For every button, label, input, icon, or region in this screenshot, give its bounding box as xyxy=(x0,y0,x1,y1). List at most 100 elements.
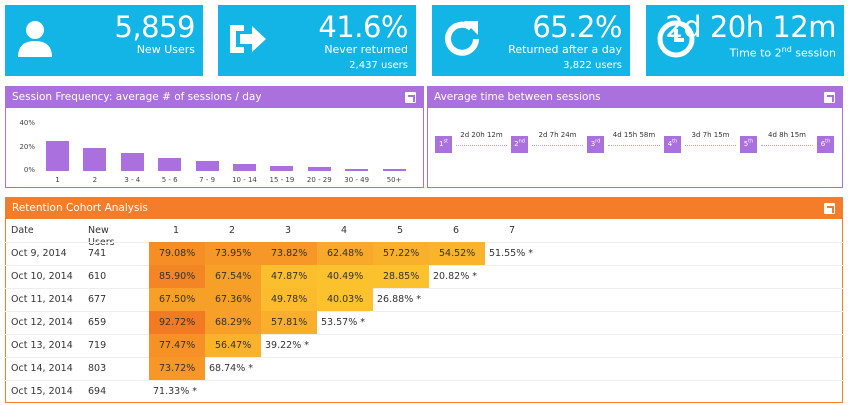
x-tick-label: 5 - 6 xyxy=(161,176,178,184)
kpi-time-to-second-session: 2d 20h 12m Time to 2nd session xyxy=(646,5,844,76)
bar xyxy=(195,161,219,171)
row-divider xyxy=(5,311,843,312)
user-icon xyxy=(18,21,52,57)
cohort-cell: 67.50% xyxy=(149,288,205,311)
x-tick-label: 20 - 29 xyxy=(306,176,332,184)
cohort-cell: 77.47% xyxy=(149,334,205,357)
cohort-new-users: 694 xyxy=(88,386,107,397)
row-divider xyxy=(5,380,843,381)
kpi-value: 65.2% xyxy=(532,10,622,44)
cohort-new-users: 741 xyxy=(88,248,107,259)
kpi-label: Never returned xyxy=(324,43,408,56)
y-tick-label: 40% xyxy=(19,119,35,127)
cohort-cell: 40.49% xyxy=(317,265,373,288)
external-link-icon[interactable] xyxy=(824,92,835,103)
panel-header: Retention Cohort Analysis xyxy=(6,198,842,219)
bar xyxy=(83,148,107,171)
bar xyxy=(307,167,331,171)
y-tick-label: 20% xyxy=(19,142,35,151)
bar xyxy=(233,163,256,171)
cohort-cell: 79.08% xyxy=(149,242,205,265)
row-divider xyxy=(5,334,843,335)
cohort-new-users: 803 xyxy=(88,363,107,374)
column-header: 6 xyxy=(453,225,460,236)
bar xyxy=(382,169,406,171)
cohort-new-users: 659 xyxy=(88,317,107,328)
panel-header: Session Frequency: average # of sessions… xyxy=(6,87,423,108)
cohort-date: Oct 10, 2014 xyxy=(11,271,73,282)
cohort-cell: 73.82% xyxy=(261,242,317,265)
connector-line xyxy=(456,145,507,146)
cohort-projected-cell: 68.74% * xyxy=(209,363,253,374)
gap-label: 2d 20h 12m xyxy=(460,131,503,139)
cohort-cell: 49.78% xyxy=(261,288,317,311)
panel-title: Average time between sessions xyxy=(434,91,601,103)
kpi-value: 41.6% xyxy=(318,10,408,44)
gap-label: 4d 15h 58m xyxy=(612,131,656,139)
column-header: 7 xyxy=(509,225,516,236)
session-node: 6th xyxy=(817,136,834,153)
x-tick-label: 50+ xyxy=(386,176,402,184)
connector-line xyxy=(685,145,736,146)
cohort-new-users: 610 xyxy=(88,271,107,282)
external-link-icon[interactable] xyxy=(405,92,416,103)
x-tick-label: 1 xyxy=(55,176,60,184)
column-header: 1 xyxy=(173,225,180,236)
cohort-cell: 73.72% xyxy=(149,357,205,380)
sign-out-icon xyxy=(230,25,266,53)
kpi-value: 2d 20h 12m xyxy=(665,10,836,44)
cohort-cell: 47.87% xyxy=(261,265,317,288)
cohort-projected-cell: 71.33% * xyxy=(153,386,197,397)
gap-label: 4d 8h 15m xyxy=(768,131,806,139)
cohort-new-users: 719 xyxy=(88,340,107,351)
kpi-label: New Users xyxy=(136,43,195,56)
gap-label: 2d 7h 24m xyxy=(538,131,577,139)
cohort-projected-cell: 26.88% * xyxy=(377,294,421,305)
cohort-cell: 57.22% xyxy=(373,242,429,265)
bar xyxy=(120,152,144,171)
column-header: 5 xyxy=(397,225,404,236)
panel-title: Retention Cohort Analysis xyxy=(12,202,148,214)
cohort-new-users: 677 xyxy=(88,294,107,305)
y-tick-label: 0% xyxy=(23,166,35,174)
connector-line xyxy=(608,145,660,146)
connector-line xyxy=(761,145,813,146)
refresh-icon xyxy=(445,21,479,56)
column-header: 4 xyxy=(341,225,348,236)
kpi-returned-after-day: 65.2% Returned after a day 3,822 users xyxy=(432,5,630,76)
cohort-date: Oct 15, 2014 xyxy=(11,386,73,397)
column-header: Date xyxy=(11,225,34,236)
cohort-projected-cell: 39.22% * xyxy=(265,340,309,351)
cohort-cell: 62.48% xyxy=(317,242,373,265)
cohort-cell: 56.47% xyxy=(205,334,261,357)
panel-title: Session Frequency: average # of sessions… xyxy=(12,91,262,103)
cohort-date: Oct 9, 2014 xyxy=(11,248,67,259)
cohort-projected-cell: 20.82% * xyxy=(433,271,477,282)
kpi-label: Time to 2nd session xyxy=(729,45,836,60)
kpi-value: 5,859 xyxy=(114,10,195,44)
kpi-never-returned: 41.6% Never returned 2,437 users xyxy=(218,5,416,76)
bar xyxy=(270,166,294,171)
connector-line xyxy=(532,145,583,146)
x-tick-label: 30 - 49 xyxy=(344,176,370,184)
row-divider xyxy=(5,357,843,358)
session-frequency-panel: Session Frequency: average # of sessions… xyxy=(5,86,424,188)
cohort-cell: 67.54% xyxy=(205,265,261,288)
cohort-cell: 54.52% xyxy=(429,242,485,265)
gap-label: 3d 7h 15m xyxy=(691,131,730,139)
cohort-cell: 57.81% xyxy=(261,311,317,334)
external-link-icon[interactable] xyxy=(824,203,835,214)
cohort-cell: 67.36% xyxy=(205,288,261,311)
x-tick-label: 2 xyxy=(92,176,98,184)
cohort-date: Oct 13, 2014 xyxy=(11,340,73,351)
cohort-cell: 40.03% xyxy=(317,288,373,311)
cohort-date: Oct 14, 2014 xyxy=(11,363,73,374)
bar xyxy=(46,141,69,171)
x-tick-label: 7 - 9 xyxy=(199,176,216,184)
x-tick-label: 15 - 19 xyxy=(269,176,295,184)
cohort-date: Oct 12, 2014 xyxy=(11,317,73,328)
x-tick-label: 3 - 4 xyxy=(124,176,141,184)
cohort-projected-cell: 51.55% * xyxy=(489,248,533,259)
cohort-cell: 28.85% xyxy=(373,265,429,288)
cohort-cell: 73.95% xyxy=(205,242,261,265)
